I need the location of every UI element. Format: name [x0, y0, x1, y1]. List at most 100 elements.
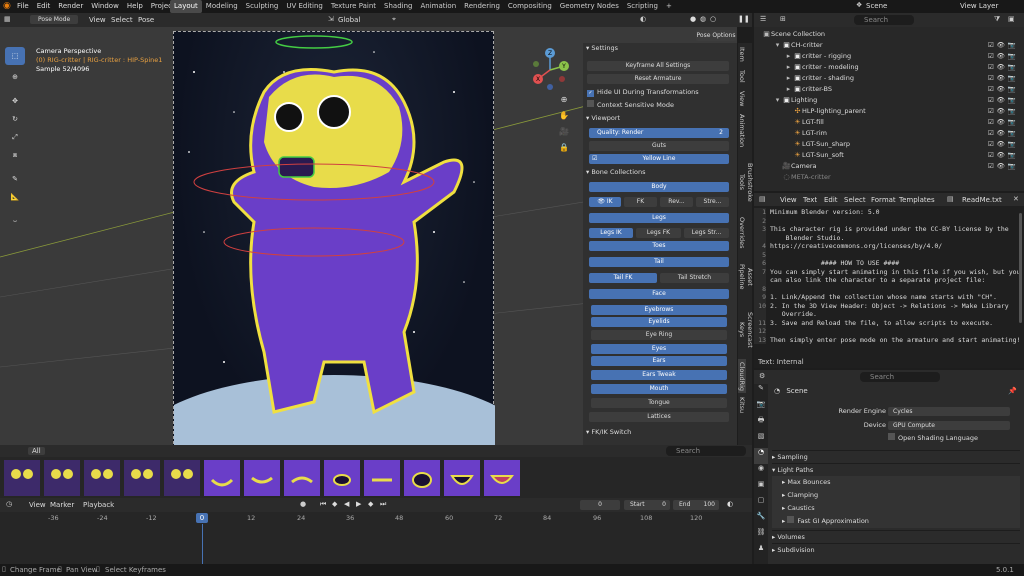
bc-legs-ik[interactable]: Legs IK [589, 228, 633, 238]
viewport-menu-pose[interactable]: Pose [138, 16, 154, 24]
text-filename[interactable]: ReadMe.txt [962, 196, 1002, 204]
fkik-switch-header[interactable]: ▾ FK/IK Switch [586, 427, 631, 438]
shading-rendered-icon[interactable]: ○ [710, 15, 716, 23]
expand-arrow-icon[interactable]: ▾ [773, 95, 782, 106]
outliner-item[interactable]: 🎥Camera ☑ 👁 📷 [754, 161, 1024, 172]
play-reverse-icon[interactable]: ◀ [344, 500, 349, 508]
keyframe-all-button[interactable]: Keyframe All Settings [587, 61, 729, 71]
pose-thumbnail[interactable] [124, 460, 160, 496]
context-mode-checkbox[interactable]: Context Sensitive Mode [587, 100, 674, 111]
section-light-paths[interactable]: ▾ Light Paths [772, 463, 1020, 476]
mouth-thumbnail[interactable] [244, 460, 280, 496]
eye-icon[interactable]: 👁 [997, 140, 1005, 148]
yellow-line-toggle[interactable]: ☑ Yellow Line [589, 154, 729, 164]
bc-eyelids[interactable]: Eyelids [591, 317, 727, 327]
pose-options-button[interactable]: Pose Options [696, 30, 736, 41]
checkbox-icon[interactable]: ☑ [988, 96, 994, 104]
view-layer-name[interactable]: View Layer [960, 2, 998, 10]
tab-animation-panel[interactable]: Animation [738, 111, 746, 151]
checkbox-icon[interactable]: ☑ [988, 129, 994, 137]
pause-render-icon[interactable]: ❚❚ [738, 15, 750, 23]
checkbox-icon[interactable]: ☑ [988, 41, 994, 49]
eye-icon[interactable]: 👁 [997, 96, 1005, 104]
checkbox-icon[interactable]: ☑ [988, 118, 994, 126]
scene-tab-icon[interactable]: ◔ [754, 448, 768, 464]
bc-rev[interactable]: Rev... [660, 197, 693, 207]
overlay-icon[interactable]: ◐ [640, 15, 646, 23]
eye-icon[interactable]: 👁 [997, 52, 1005, 60]
bc-tongue[interactable]: Tongue [591, 398, 727, 408]
camera-render-icon[interactable]: 📷 [1008, 41, 1016, 49]
eye-icon[interactable]: 👁 [997, 85, 1005, 93]
tab-compositing[interactable]: Compositing [504, 0, 556, 13]
text-body[interactable]: Minimum Blender version: 5.0 This charact… [770, 208, 1020, 344]
data-tab-icon[interactable]: ♟ [754, 544, 768, 560]
timeline-menu-marker[interactable]: Marker [50, 501, 74, 509]
menu-file[interactable]: File [13, 0, 33, 13]
tab-asset-pipeline[interactable]: Asset Pipeline [738, 253, 754, 301]
collection-tab-icon[interactable]: ▣ [754, 480, 768, 496]
camera-render-icon[interactable]: 📷 [1008, 140, 1016, 148]
checkbox-icon[interactable]: ☑ [988, 162, 994, 170]
transform-tool-icon[interactable]: ⧈ [5, 146, 25, 164]
tab-modeling[interactable]: Modeling [202, 0, 242, 13]
tool-tab-icon[interactable]: ✎ [754, 384, 768, 400]
keying-icon[interactable]: ◐ [727, 500, 733, 508]
camera-render-icon[interactable]: 📷 [1008, 118, 1016, 126]
te-menu-text[interactable]: Text [803, 196, 817, 204]
osl-checkbox[interactable]: Open Shading Language [888, 432, 978, 445]
subsection-clamping[interactable]: ▸ Clamping [772, 489, 1020, 502]
properties-editor-icon[interactable]: ⚙ [759, 372, 765, 380]
timeline-ruler[interactable]: -36 -24 -12 0 12 24 36 48 60 72 84 96 10… [0, 513, 752, 524]
tab-tool[interactable]: Tool [738, 65, 746, 87]
tab-screencast-keys[interactable]: Screencast Keys [738, 301, 754, 359]
prev-key-icon[interactable]: ◆ [332, 500, 337, 508]
outliner-item[interactable]: ☀LGT-Sun_soft ☑ 👁 📷 [754, 150, 1024, 161]
lock-camera-icon[interactable]: 🔒 [557, 143, 571, 159]
eye-icon[interactable]: 👁 [997, 41, 1005, 49]
render-engine-dropdown[interactable]: Cycles [888, 407, 1010, 416]
viewport-menu-select[interactable]: Select [111, 16, 133, 24]
eye-icon[interactable]: 👁 [997, 107, 1005, 115]
subsection-max-bounces[interactable]: ▸ Max Bounces [772, 476, 1020, 489]
menu-window[interactable]: Window [87, 0, 123, 13]
bc-toes[interactable]: Toes [589, 241, 729, 251]
world-tab-icon[interactable]: ◉ [754, 464, 768, 480]
menu-help[interactable]: Help [123, 0, 147, 13]
tab-rendering[interactable]: Rendering [460, 0, 504, 13]
next-key-icon[interactable]: ◆ [368, 500, 373, 508]
camera-render-icon[interactable]: 📷 [1008, 107, 1016, 115]
current-frame-field[interactable]: 0 [580, 500, 620, 510]
eye-icon[interactable]: 👁 [997, 74, 1005, 82]
outliner-item[interactable]: ▾ ▣CH-critter ☑ 👁 📷 [754, 40, 1024, 51]
menu-render[interactable]: Render [54, 0, 87, 13]
tab-sculpting[interactable]: Sculpting [242, 0, 283, 13]
playhead[interactable]: 0 [196, 513, 208, 523]
jump-end-icon[interactable]: ⏭ [380, 500, 386, 509]
expand-arrow-icon[interactable]: ▸ [784, 84, 793, 95]
camera-render-icon[interactable]: 📷 [1008, 129, 1016, 137]
device-dropdown[interactable]: GPU Compute [888, 421, 1010, 430]
scene-name[interactable]: Scene [866, 2, 887, 10]
checkbox-icon[interactable]: ☑ [988, 74, 994, 82]
expand-arrow-icon[interactable]: ▾ [773, 40, 782, 51]
checkbox-icon[interactable]: ☑ [988, 151, 994, 159]
pose-thumbnail[interactable] [84, 460, 120, 496]
measure-tool-icon[interactable]: 📐 [5, 188, 25, 206]
bc-body[interactable]: Body [589, 182, 729, 192]
bc-ik[interactable]: 👁 IK [589, 197, 621, 207]
tab-shading[interactable]: Shading [380, 0, 416, 13]
timeline-menu-playback[interactable]: Playback [83, 501, 114, 509]
outliner-item[interactable]: ▸ ▣critter - rigging ☑ 👁 📷 [754, 51, 1024, 62]
pin-icon[interactable]: 📌 [1008, 387, 1017, 395]
expand-arrow-icon[interactable]: ▸ [784, 51, 793, 62]
guts-toggle[interactable]: Guts [589, 141, 729, 151]
bc-fk[interactable]: FK [624, 197, 657, 207]
bc-mouth[interactable]: Mouth [591, 384, 727, 394]
viewport-menu-view[interactable]: View [89, 16, 106, 24]
bc-eyes[interactable]: Eyes [591, 344, 727, 354]
scene-selector-icon[interactable]: ❖ [856, 1, 862, 9]
relax-tool-icon[interactable]: ⌣ [5, 212, 25, 230]
outliner-item[interactable]: ▸ ▣critter - shading ☑ 👁 📷 [754, 73, 1024, 84]
eye-icon[interactable]: 👁 [997, 162, 1005, 170]
